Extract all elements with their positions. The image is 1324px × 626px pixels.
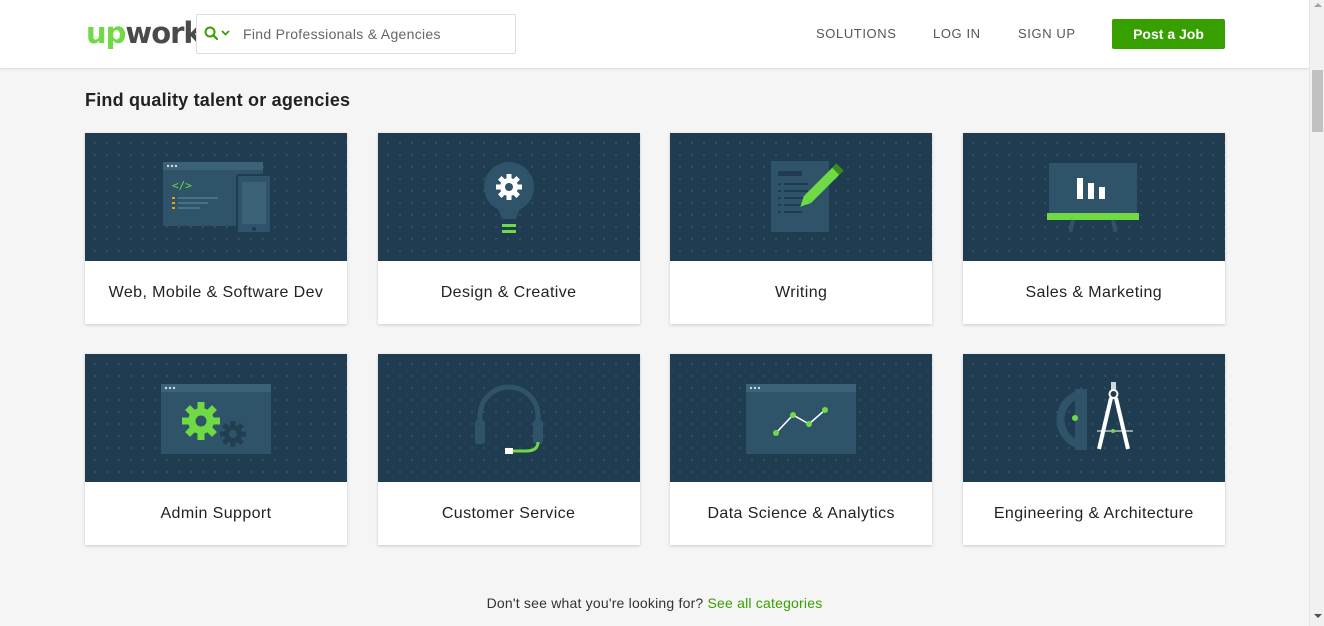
see-all-categories-link[interactable]: See all categories xyxy=(708,595,823,611)
nav-log-in[interactable]: LOG IN xyxy=(933,26,981,41)
category-grid: </> Web, Mobile & Software Dev Design & … xyxy=(85,133,1225,545)
headset-icon xyxy=(377,354,640,482)
category-label: Web, Mobile & Software Dev xyxy=(108,283,324,301)
category-label: Customer Service xyxy=(441,504,576,522)
category-label: Writing xyxy=(775,283,828,301)
category-label: Admin Support xyxy=(160,504,272,522)
category-card-writing[interactable]: Writing xyxy=(670,133,933,324)
category-card-web-mobile-software-dev[interactable]: </> Web, Mobile & Software Dev xyxy=(85,133,347,324)
category-card-engineering-architecture[interactable]: Engineering & Architecture xyxy=(962,354,1225,545)
category-card-data-science-analytics[interactable]: Data Science & Analytics xyxy=(670,354,933,545)
post-a-job-button[interactable]: Post a Job xyxy=(1112,19,1225,49)
document-pen-icon xyxy=(670,133,933,261)
gears-window-icon xyxy=(85,354,347,482)
search-bar xyxy=(196,14,516,54)
nav-solutions[interactable]: SOLUTIONS xyxy=(816,26,897,41)
category-label: Sales & Marketing xyxy=(1025,283,1163,301)
category-label: Design & Creative xyxy=(440,283,577,301)
code-window-phone-icon: </> xyxy=(85,133,347,261)
nav-sign-up[interactable]: SIGN UP xyxy=(1018,26,1076,41)
category-label: Engineering & Architecture xyxy=(993,504,1194,522)
top-navbar: upwork SOLUTIONS LOG IN SIGN UP Post a J… xyxy=(0,0,1309,69)
lightbulb-gear-icon xyxy=(377,133,640,261)
scroll-down-arrow-icon[interactable] xyxy=(1314,614,1322,618)
category-card-admin-support[interactable]: Admin Support xyxy=(85,354,347,545)
search-input[interactable] xyxy=(239,16,515,52)
scroll-up-arrow-icon[interactable] xyxy=(1314,3,1322,7)
see-all-prompt-text: Don't see what you're looking for? xyxy=(486,595,704,611)
vertical-scrollbar[interactable] xyxy=(1309,0,1324,626)
see-all-prompt: Don't see what you're looking for? See a… xyxy=(0,595,1309,611)
search-icon[interactable] xyxy=(199,15,239,53)
upwork-logo[interactable]: upwork xyxy=(86,16,203,50)
category-card-design-creative[interactable]: Design & Creative xyxy=(377,133,640,324)
category-label: Data Science & Analytics xyxy=(707,504,895,522)
presentation-board-icon xyxy=(962,133,1225,261)
category-card-sales-marketing[interactable]: Sales & Marketing xyxy=(962,133,1225,324)
page-title: Find quality talent or agencies xyxy=(85,90,351,110)
compass-protractor-icon xyxy=(962,354,1225,482)
line-chart-icon xyxy=(670,354,933,482)
svg-text:</>: </> xyxy=(172,179,192,192)
category-card-customer-service[interactable]: Customer Service xyxy=(377,354,640,545)
scrollbar-thumb[interactable] xyxy=(1312,70,1323,132)
